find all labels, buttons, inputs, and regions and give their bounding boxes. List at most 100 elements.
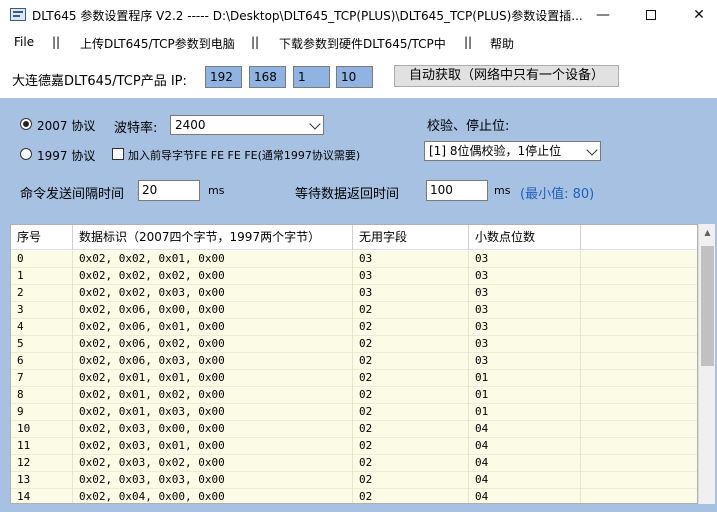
cell-data-id[interactable]: 0x02, 0x06, 0x00, 0x00 [73,302,353,319]
parity-select[interactable]: [1] 8位偶校验，1停止位 [424,141,601,161]
close-button[interactable]: ✕ [676,0,717,30]
cell-decimals[interactable]: 03 [469,353,581,370]
cell-data-id[interactable]: 0x02, 0x01, 0x02, 0x00 [73,387,353,404]
cell-data-id[interactable]: 0x02, 0x04, 0x00, 0x00 [73,489,353,503]
ip-octet-1[interactable]: 192 [205,66,242,88]
table-row[interactable]: 5 0x02, 0x06, 0x02, 0x00 02 03 [11,336,697,353]
cell-index[interactable]: 6 [11,353,73,370]
cell-data-id[interactable]: 0x02, 0x02, 0x01, 0x00 [73,251,353,268]
cell-data-id[interactable]: 0x02, 0x03, 0x02, 0x00 [73,455,353,472]
table-row[interactable]: 9 0x02, 0x01, 0x03, 0x00 02 01 [11,404,697,421]
vertical-scrollbar[interactable]: ▲ [698,224,715,504]
cell-decimals[interactable]: 03 [469,336,581,353]
cell-unused[interactable]: 03 [353,285,469,302]
table-row[interactable]: 2 0x02, 0x02, 0x03, 0x00 03 03 [11,285,697,302]
table-row[interactable]: 7 0x02, 0x01, 0x01, 0x00 02 01 [11,370,697,387]
cell-index[interactable]: 14 [11,489,73,503]
cell-decimals[interactable]: 03 [469,285,581,302]
auto-detect-button[interactable]: 自动获取（网络中只有一个设备） [394,65,619,87]
cell-decimals[interactable]: 04 [469,489,581,503]
minimize-button[interactable]: — [580,0,626,30]
cell-index[interactable]: 10 [11,421,73,438]
cell-index[interactable]: 2 [11,285,73,302]
cell-data-id[interactable]: 0x02, 0x01, 0x03, 0x00 [73,404,353,421]
column-header-decimals[interactable]: 小数点位数 [469,225,581,250]
prefix-bytes-checkbox[interactable] [112,148,124,160]
scroll-thumb[interactable] [701,246,714,366]
cell-unused[interactable]: 02 [353,472,469,489]
table-row[interactable]: 14 0x02, 0x04, 0x00, 0x00 02 04 [11,489,697,503]
ip-octet-4[interactable]: 10 [336,66,373,88]
cell-unused[interactable]: 02 [353,353,469,370]
cell-unused[interactable]: 02 [353,302,469,319]
cell-decimals[interactable]: 04 [469,421,581,438]
column-header-data-id[interactable]: 数据标识（2007四个字节，1997两个字节） [73,225,353,250]
cell-unused[interactable]: 02 [353,404,469,421]
cell-unused[interactable]: 02 [353,370,469,387]
cell-decimals[interactable]: 03 [469,319,581,336]
cell-index[interactable]: 12 [11,455,73,472]
cell-unused[interactable]: 02 [353,387,469,404]
baud-select[interactable]: 2400 [170,115,324,135]
table-row[interactable]: 3 0x02, 0x06, 0x00, 0x00 02 03 [11,302,697,319]
cell-decimals[interactable]: 01 [469,404,581,421]
cell-index[interactable]: 0 [11,251,73,268]
column-header-index[interactable]: 序号 [11,225,73,250]
cell-data-id[interactable]: 0x02, 0x02, 0x03, 0x00 [73,285,353,302]
cell-decimals[interactable]: 03 [469,251,581,268]
cell-index[interactable]: 11 [11,438,73,455]
table-row[interactable]: 6 0x02, 0x06, 0x03, 0x00 02 03 [11,353,697,370]
menu-upload-params[interactable]: 上传DLT645/TCP参数到电脑 [80,35,235,52]
cell-data-id[interactable]: 0x02, 0x06, 0x03, 0x00 [73,353,353,370]
table-row[interactable]: 11 0x02, 0x03, 0x01, 0x00 02 04 [11,438,697,455]
cell-index[interactable]: 1 [11,268,73,285]
cell-data-id[interactable]: 0x02, 0x03, 0x00, 0x00 [73,421,353,438]
scroll-up-icon[interactable]: ▲ [699,224,716,241]
cell-unused[interactable]: 03 [353,251,469,268]
cell-unused[interactable]: 02 [353,336,469,353]
cell-data-id[interactable]: 0x02, 0x06, 0x02, 0x00 [73,336,353,353]
cell-index[interactable]: 3 [11,302,73,319]
cell-decimals[interactable]: 01 [469,370,581,387]
table-row[interactable]: 4 0x02, 0x06, 0x01, 0x00 02 03 [11,319,697,336]
cell-decimals[interactable]: 01 [469,387,581,404]
protocol-1997-radio[interactable] [20,148,32,160]
cell-index[interactable]: 4 [11,319,73,336]
interval-input[interactable]: 20 [138,180,200,201]
cell-decimals[interactable]: 04 [469,455,581,472]
cell-data-id[interactable]: 0x02, 0x02, 0x02, 0x00 [73,268,353,285]
table-row[interactable]: 13 0x02, 0x03, 0x03, 0x00 02 04 [11,472,697,489]
ip-octet-3[interactable]: 1 [293,66,330,88]
table-row[interactable]: 12 0x02, 0x03, 0x02, 0x00 02 04 [11,455,697,472]
cell-unused[interactable]: 02 [353,421,469,438]
cell-data-id[interactable]: 0x02, 0x03, 0x01, 0x00 [73,438,353,455]
cell-decimals[interactable]: 03 [469,268,581,285]
table-row[interactable]: 8 0x02, 0x01, 0x02, 0x00 02 01 [11,387,697,404]
menu-download-params[interactable]: 下载参数到硬件DLT645/TCP中 [279,35,446,52]
data-grid[interactable]: 序号 数据标识（2007四个字节，1997两个字节） 无用字段 小数点位数 00… [10,224,698,504]
table-row[interactable]: 0 0x02, 0x02, 0x01, 0x00 03 03 [11,251,697,268]
cell-index[interactable]: 13 [11,472,73,489]
cell-unused[interactable]: 02 [353,438,469,455]
cell-index[interactable]: 9 [11,404,73,421]
cell-decimals[interactable]: 04 [469,472,581,489]
cell-unused[interactable]: 02 [353,455,469,472]
cell-data-id[interactable]: 0x02, 0x03, 0x03, 0x00 [73,472,353,489]
table-row[interactable]: 10 0x02, 0x03, 0x00, 0x00 02 04 [11,421,697,438]
maximize-button[interactable] [628,0,674,30]
menu-file[interactable]: File [14,35,34,49]
cell-data-id[interactable]: 0x02, 0x01, 0x01, 0x00 [73,370,353,387]
cell-data-id[interactable]: 0x02, 0x06, 0x01, 0x00 [73,319,353,336]
cell-unused[interactable]: 02 [353,319,469,336]
cell-decimals[interactable]: 04 [469,438,581,455]
cell-index[interactable]: 8 [11,387,73,404]
cell-unused[interactable]: 03 [353,268,469,285]
cell-decimals[interactable]: 03 [469,302,581,319]
cell-index[interactable]: 7 [11,370,73,387]
wait-input[interactable]: 100 [426,180,488,201]
protocol-2007-radio[interactable] [20,118,32,130]
cell-unused[interactable]: 02 [353,489,469,503]
ip-octet-2[interactable]: 168 [249,66,286,88]
cell-index[interactable]: 5 [11,336,73,353]
column-header-unused[interactable]: 无用字段 [353,225,469,250]
